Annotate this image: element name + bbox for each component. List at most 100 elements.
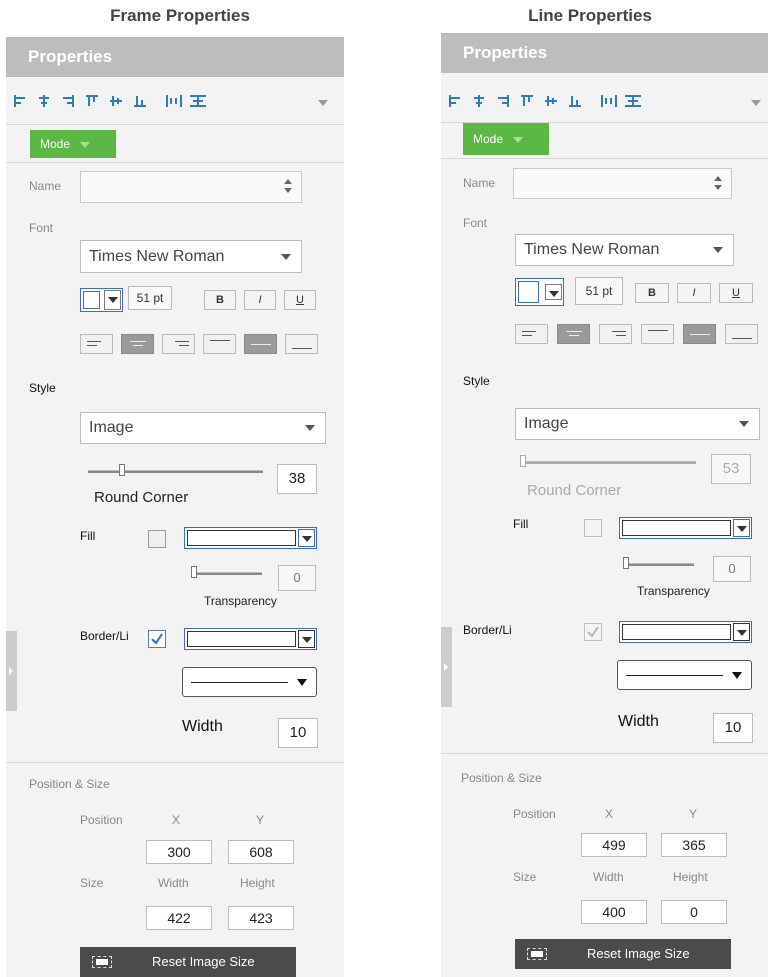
bold-button[interactable]: B (635, 283, 669, 303)
transparency-slider[interactable] (624, 563, 694, 566)
text-align-center-button[interactable] (121, 334, 154, 354)
round-corner-slider-thumb[interactable] (520, 455, 526, 467)
align-top-icon[interactable] (521, 95, 533, 107)
transparency-slider-thumb[interactable] (191, 566, 197, 578)
align-middle-v-icon[interactable] (110, 95, 122, 107)
fill-color-swatch (187, 530, 296, 546)
spinner-icon[interactable] (283, 178, 295, 194)
chevron-down-icon (297, 679, 307, 686)
text-valign-top-button[interactable] (203, 334, 236, 354)
size-height-field[interactable]: 423 (228, 906, 294, 930)
spinner-icon[interactable] (713, 175, 725, 191)
chevron-down-icon (732, 672, 742, 679)
text-valign-bottom-button[interactable] (285, 334, 318, 354)
align-right-icon[interactable] (62, 95, 74, 107)
distribute-v-icon[interactable] (190, 95, 206, 107)
divider (6, 762, 344, 763)
transparency-value[interactable]: 0 (713, 556, 751, 582)
position-x-field[interactable]: 300 (146, 840, 212, 864)
fill-color-picker[interactable] (619, 517, 752, 539)
bold-button[interactable]: B (204, 290, 236, 310)
text-valign-middle-button[interactable] (683, 324, 716, 344)
reset-image-size-button[interactable]: Reset Image Size (80, 947, 296, 977)
italic-button[interactable]: I (677, 283, 711, 303)
round-corner-value[interactable]: 53 (711, 454, 751, 484)
text-align-left-button[interactable] (80, 334, 113, 354)
name-field[interactable] (513, 168, 732, 199)
line-style-select[interactable] (182, 667, 317, 697)
border-checkbox[interactable] (148, 630, 166, 648)
chevron-down-icon (104, 290, 121, 310)
round-corner-value[interactable]: 38 (277, 464, 317, 494)
text-align-center-button[interactable] (557, 324, 590, 344)
width-value[interactable]: 10 (278, 718, 318, 748)
toolbar-more-icon[interactable] (751, 100, 761, 106)
align-center-h-icon[interactable] (473, 95, 485, 107)
border-color-swatch (187, 631, 296, 647)
round-corner-slider-thumb[interactable] (119, 464, 125, 476)
border-checkbox[interactable] (584, 623, 602, 641)
position-label: Position (513, 807, 556, 821)
align-left-icon[interactable] (14, 95, 26, 107)
chevron-down-icon (545, 284, 562, 300)
font-family-select[interactable]: Times New Roman (80, 240, 302, 273)
toolbar-more-icon[interactable] (318, 100, 328, 106)
width-value[interactable]: 10 (713, 713, 753, 743)
round-corner-slider[interactable] (88, 470, 263, 473)
border-color-picker[interactable] (619, 621, 752, 643)
chevron-down-icon (713, 247, 723, 253)
align-middle-v-icon[interactable] (545, 95, 557, 107)
collapse-panel-handle[interactable] (441, 627, 452, 707)
align-right-icon[interactable] (497, 95, 509, 107)
align-left-icon[interactable] (449, 95, 461, 107)
mode-button[interactable]: Mode (30, 130, 116, 158)
name-field[interactable] (80, 171, 302, 203)
align-bottom-icon[interactable] (134, 95, 146, 107)
size-height-field[interactable]: 0 (661, 900, 727, 924)
font-color-picker[interactable] (80, 288, 123, 312)
distribute-h-icon[interactable] (601, 95, 617, 107)
position-y-field[interactable]: 365 (661, 833, 727, 857)
collapse-panel-handle[interactable] (6, 631, 17, 711)
distribute-v-icon[interactable] (625, 95, 641, 107)
text-align-left-button[interactable] (515, 324, 548, 344)
border-color-picker[interactable] (184, 628, 317, 650)
transparency-value[interactable]: 0 (278, 565, 316, 591)
line-style-select[interactable] (617, 660, 752, 690)
checkmark-icon (587, 626, 599, 638)
fill-checkbox[interactable] (148, 530, 166, 548)
font-family-select[interactable]: Times New Roman (515, 234, 734, 266)
transparency-slider-thumb[interactable] (623, 557, 629, 569)
position-y-field[interactable]: 608 (228, 840, 294, 864)
fill-checkbox[interactable] (584, 519, 602, 537)
font-size-field[interactable]: 51 pt (575, 277, 623, 305)
align-center-h-icon[interactable] (38, 95, 50, 107)
align-top-icon[interactable] (86, 95, 98, 107)
text-align-right-button[interactable] (162, 334, 195, 354)
underline-button[interactable]: U (719, 283, 753, 303)
image-frame-icon (527, 948, 547, 960)
fill-color-swatch (622, 520, 731, 536)
text-valign-bottom-button[interactable] (725, 324, 758, 344)
size-width-field[interactable]: 422 (146, 906, 212, 930)
distribute-h-icon[interactable] (166, 95, 182, 107)
text-valign-top-button[interactable] (641, 324, 674, 344)
style-select[interactable]: Image (515, 408, 760, 440)
fill-color-picker[interactable] (184, 527, 317, 549)
font-color-picker[interactable] (515, 278, 564, 306)
reset-image-size-label: Reset Image Size (587, 946, 690, 961)
reset-image-size-button[interactable]: Reset Image Size (515, 939, 731, 969)
align-bottom-icon[interactable] (569, 95, 581, 107)
position-x-field[interactable]: 499 (581, 833, 647, 857)
text-align-right-button[interactable] (599, 324, 632, 344)
round-corner-slider[interactable] (521, 461, 696, 464)
italic-button[interactable]: I (244, 290, 276, 310)
size-width-field[interactable]: 400 (581, 900, 647, 924)
underline-button[interactable]: U (284, 290, 316, 310)
style-label: Style (463, 374, 490, 388)
text-valign-middle-button[interactable] (244, 334, 277, 354)
style-select[interactable]: Image (80, 412, 326, 444)
transparency-slider[interactable] (192, 572, 262, 575)
mode-button[interactable]: Mode (463, 123, 549, 155)
font-size-field[interactable]: 51 pt (128, 286, 172, 310)
